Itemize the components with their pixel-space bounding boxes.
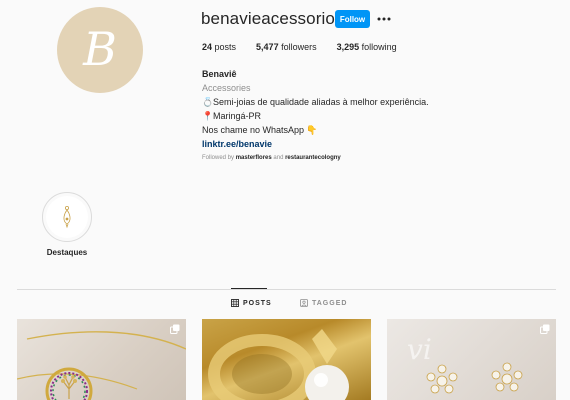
profile-stats: 24 posts 5,477 followers 3,295 following	[202, 42, 417, 52]
bio-line-3-text: Nos chame no WhatsApp	[202, 125, 305, 135]
grid-icon	[231, 299, 239, 307]
highlight-label: Destaques	[46, 248, 88, 257]
followed-by-user-2[interactable]: restaurantecologny	[285, 155, 341, 161]
tab-posts[interactable]: POSTS	[231, 299, 272, 307]
profile-tabs: POSTS TAGGED	[0, 299, 570, 311]
stat-posts-label: posts	[214, 42, 237, 52]
stat-posts-count: 24	[202, 42, 213, 52]
bio-line-2-text: Maringá-PR	[213, 111, 262, 121]
tree-of-life-pendant-photo	[17, 331, 186, 400]
stat-following-label: following	[361, 42, 397, 52]
pearl-ring-photo	[208, 329, 349, 400]
highlight-destaques[interactable]	[42, 192, 92, 242]
bio-line-3: Nos chame no WhatsApp 👇	[202, 123, 429, 137]
location-pin-icon: 📍	[202, 111, 214, 121]
more-options-icon[interactable]	[377, 12, 391, 26]
pearl-earrings-photo: vi	[407, 333, 523, 394]
active-tab-indicator	[231, 288, 267, 289]
tabs-divider	[17, 289, 556, 290]
multiple-photos-icon	[170, 324, 180, 334]
follow-button[interactable]: Follow	[335, 10, 370, 28]
highlight-cover	[46, 196, 88, 238]
bio-link[interactable]: linktr.ee/benavie	[202, 137, 429, 151]
svg-text:vi: vi	[407, 333, 432, 366]
followed-by-user-1[interactable]: masterflores	[236, 155, 272, 161]
tab-tagged-label: TAGGED	[312, 299, 348, 307]
avatar-logo-letter: B	[83, 22, 117, 76]
stat-following-count: 3,295	[336, 42, 360, 52]
bio-category: Accessories	[202, 83, 251, 93]
post-thumbnail[interactable]	[17, 319, 186, 400]
tab-tagged[interactable]: TAGGED	[300, 299, 347, 307]
post-thumbnail[interactable]	[202, 319, 371, 400]
pointing-down-icon: 👇	[306, 125, 318, 135]
profile-bio: Benaviê Accessories 💍 Semi-joias de qual…	[202, 67, 429, 151]
followed-by-prefix: Followed by	[202, 155, 235, 161]
stat-following[interactable]: 3,295 following	[337, 42, 397, 52]
stat-followers-label: followers	[281, 42, 317, 52]
stat-posts: 24 posts	[202, 42, 236, 52]
bio-line-2: 📍 Maringá-PR	[202, 109, 429, 123]
ring-icon: 💍	[202, 97, 214, 107]
bio-name: Benaviê	[202, 69, 237, 79]
bio-line-1-text: Semi-joias de qualidade aliadas à melhor…	[213, 97, 429, 107]
followed-by-joiner: and	[273, 155, 284, 161]
bio-line-1: 💍 Semi-joias de qualidade aliadas à melh…	[202, 95, 429, 109]
multiple-photos-icon	[540, 324, 550, 334]
pendant-icon	[63, 205, 71, 229]
followed-by[interactable]: Followed by masterflores and restaurante…	[202, 155, 341, 161]
post-thumbnail[interactable]: vi	[387, 319, 556, 400]
profile-username: benavieacessorios	[201, 9, 344, 28]
stat-followers[interactable]: 5,477 followers	[256, 42, 317, 52]
stat-followers-count: 5,477	[256, 42, 279, 52]
profile-avatar[interactable]: B	[57, 7, 143, 93]
tagged-user-icon	[300, 299, 308, 307]
tab-posts-label: POSTS	[243, 299, 272, 307]
